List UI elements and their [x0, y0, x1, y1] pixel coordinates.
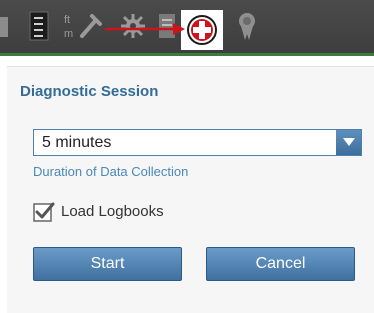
load-logbooks-row[interactable]: Load Logbooks [33, 199, 164, 223]
ft-m-units-wrench-icon[interactable]: ft m [62, 8, 106, 44]
load-logbooks-checkbox[interactable] [33, 201, 55, 222]
load-logbooks-label: Load Logbooks [61, 202, 164, 220]
units-top-label: ft [64, 14, 70, 26]
award-badge-icon[interactable] [236, 8, 258, 44]
duration-caption: Duration of Data Collection [33, 164, 189, 179]
start-button[interactable]: Start [33, 247, 182, 281]
units-bottom-label: m [64, 28, 73, 40]
toolbar-accent-line [0, 53, 374, 56]
chevron-down-icon[interactable] [336, 130, 361, 155]
diagnostic-session-panel: Diagnostic Session 5 minutes Duration of… [7, 66, 374, 313]
toolbar: ft m [0, 0, 374, 56]
panel-title: Diagnostic Session [20, 83, 159, 100]
cancel-button[interactable]: Cancel [206, 247, 355, 281]
app-partial-icon[interactable] [0, 8, 10, 44]
clipboard-icon[interactable] [27, 8, 51, 44]
red-arrow-icon [103, 22, 187, 41]
diagnostic-red-cross-icon[interactable] [186, 14, 218, 46]
screen: ft m Diagnostic Session 5 minutes Durati… [0, 0, 374, 313]
duration-select-value: 5 minutes [42, 134, 112, 151]
duration-select[interactable]: 5 minutes [33, 129, 362, 156]
